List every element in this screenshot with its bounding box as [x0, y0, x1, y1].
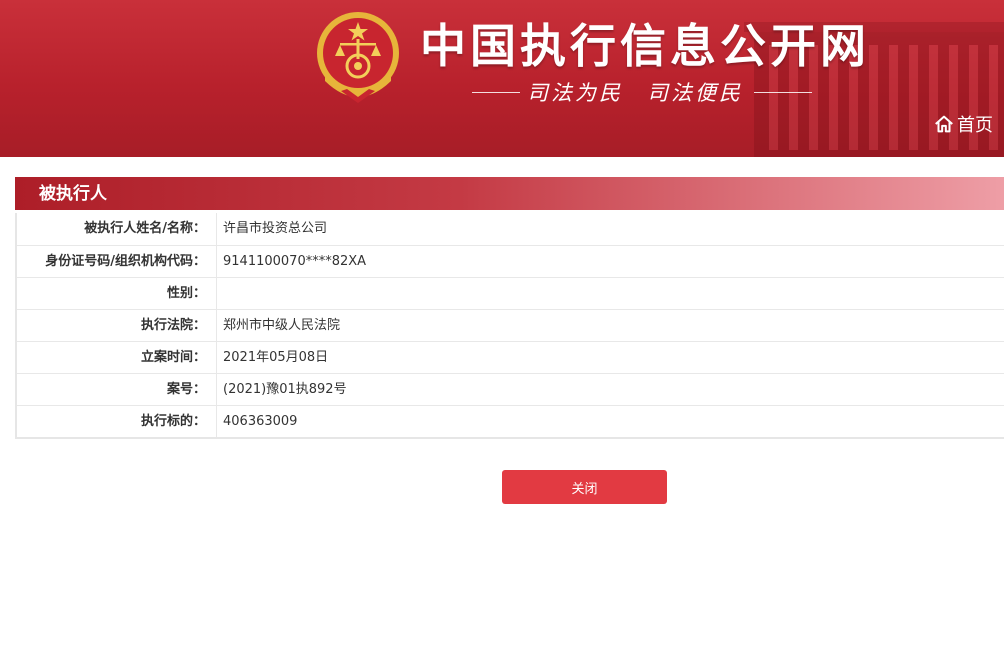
site-banner: 中国执行信息公开网 司法为民 司法便民 首页	[0, 0, 1004, 157]
field-value: 9141100070****82XA	[223, 254, 367, 269]
motto-text: 司法为民 司法便民	[527, 81, 743, 105]
home-icon	[935, 115, 953, 133]
section-title: 被执行人	[39, 184, 107, 204]
field-value	[217, 278, 223, 309]
table-row-amount: 执行标的： 406363009	[17, 405, 1004, 437]
table-row-name: 被执行人姓名/名称： 许昌市投资总公司	[17, 213, 1004, 245]
section-header: 被执行人	[15, 177, 1004, 210]
site-title: 中国执行信息公开网	[420, 19, 870, 73]
home-link[interactable]: 首页	[933, 111, 993, 137]
motto-divider-right	[754, 92, 812, 93]
field-value: 许昌市投资总公司	[223, 221, 328, 236]
field-label: 案号：	[17, 374, 217, 405]
table-row-gender: 性别：	[17, 277, 1004, 309]
debtor-info-table: 被执行人姓名/名称： 许昌市投资总公司 身份证号码/组织机构代码： 914110…	[15, 213, 1004, 439]
field-value: 406363009	[223, 414, 298, 429]
field-value: (2021)豫01执892号	[223, 382, 347, 397]
field-label: 执行法院：	[17, 310, 217, 341]
field-label: 被执行人姓名/名称：	[17, 213, 217, 245]
table-row-id-code: 身份证号码/组织机构代码： 9141100070****82XA	[17, 245, 1004, 277]
motto-divider-left	[472, 92, 520, 93]
table-row-court: 执行法院： 郑州市中级人民法院	[17, 309, 1004, 341]
table-row-filing-date: 立案时间： 2021年05月08日	[17, 341, 1004, 373]
court-emblem-icon	[317, 12, 399, 103]
field-label: 身份证号码/组织机构代码：	[17, 246, 217, 277]
table-row-case-number: 案号： (2021)豫01执892号	[17, 373, 1004, 405]
field-label: 执行标的：	[17, 406, 217, 437]
close-button[interactable]: 关闭	[502, 470, 667, 504]
site-motto: 司法为民 司法便民	[472, 80, 812, 106]
field-label: 性别：	[17, 278, 217, 309]
field-label: 立案时间：	[17, 342, 217, 373]
home-link-label: 首页	[957, 115, 993, 136]
field-value: 2021年05月08日	[223, 350, 329, 365]
field-value: 郑州市中级人民法院	[223, 318, 341, 333]
